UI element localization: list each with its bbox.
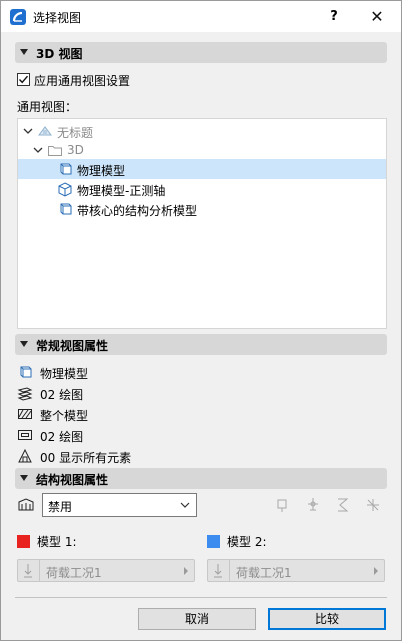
model-1-load-case-select[interactable]: 荷载工况1 (17, 559, 195, 582)
section-structural-label: 结构视图属性 (36, 473, 109, 487)
3d-view-icon (60, 203, 72, 215)
model-2-color-swatch (207, 535, 220, 548)
compare-button[interactable]: 比较 (268, 608, 386, 630)
tree-item-label: 带核心的结构分析模型 (77, 204, 198, 218)
collapse-triangle-icon (20, 341, 28, 347)
model-2-text: 模型 2: (227, 535, 267, 549)
collapse-triangle-icon (20, 49, 28, 55)
analytical-load-icon[interactable] (364, 496, 382, 514)
app-icon (10, 9, 26, 25)
analytical-support-icon[interactable] (304, 496, 322, 514)
select-view-dialog: 选择视图 ? ✕ 3D 视图 应用通用视图设置 通用视图： 无标题 3D 物理模… (0, 0, 402, 641)
project-icon (38, 126, 52, 136)
generic-views-label: 通用视图： (17, 100, 78, 114)
analytical-member-icon[interactable] (273, 496, 291, 514)
chevron-down-icon (180, 502, 190, 508)
graphic-override-icon (18, 409, 32, 419)
analytical-link-icon[interactable] (334, 496, 352, 514)
cancel-button[interactable]: 取消 (138, 608, 256, 630)
section-3d-view[interactable]: 3D 视图 (15, 42, 387, 63)
prop-label: 02 绘图 (40, 388, 84, 402)
tree-item-structural-analysis-model[interactable]: 带核心的结构分析模型 (18, 199, 386, 219)
tree-item-physical-model[interactable]: 物理模型 (18, 159, 386, 179)
section-3d-view-label: 3D 视图 (36, 47, 83, 61)
view-tree[interactable]: 无标题 3D 物理模型 物理模型-正测轴 带核心的结构分析模型 (17, 118, 387, 329)
prop-pen-set: 02 绘图 (17, 426, 387, 444)
model-2-load-case-select[interactable]: 荷载工况1 (207, 559, 385, 582)
layer-combination-icon (17, 387, 33, 401)
structural-mode-value: 禁用 (48, 500, 73, 514)
load-case-icon (18, 560, 40, 581)
model-1-load-case-value: 荷载工况1 (46, 566, 102, 580)
model-1-color-swatch (17, 535, 30, 548)
prop-label: 整个模型 (40, 409, 89, 423)
use-generic-checkbox[interactable] (17, 73, 30, 86)
help-button[interactable]: ? (324, 7, 344, 27)
title-bar: 选择视图 ? ✕ (1, 1, 401, 32)
tree-item-physical-model-axonometric[interactable]: 物理模型-正测轴 (18, 179, 386, 199)
tree-item-label: 3D (67, 143, 84, 157)
section-general-label: 常规视图属性 (36, 339, 109, 353)
pen-set-icon (18, 430, 32, 440)
prop-label: 02 绘图 (40, 430, 84, 444)
folder-icon (48, 146, 62, 156)
prop-graphic-override: 整个模型 (17, 405, 387, 423)
use-generic-label: 应用通用视图设置 (34, 74, 131, 88)
chevron-right-icon (184, 567, 188, 575)
prop-layer-combination: 02 绘图 (17, 384, 387, 402)
prop-label: 00 显示所有元素 (40, 451, 132, 465)
chevron-down-icon[interactable] (23, 126, 33, 136)
renovation-filter-icon (18, 448, 32, 463)
model-1-text: 模型 1: (37, 535, 77, 549)
prop-renovation-filter: 00 显示所有元素 (17, 447, 387, 465)
collapse-triangle-icon (20, 475, 28, 481)
load-case-icon (208, 560, 230, 581)
prop-label: 物理模型 (40, 367, 89, 381)
3d-view-icon (60, 163, 72, 175)
model-2-load-case-value: 荷载工况1 (236, 566, 292, 580)
tree-item-project[interactable]: 无标题 (18, 121, 386, 141)
model-view-icon (20, 366, 32, 378)
section-structural-view-properties[interactable]: 结构视图属性 (15, 468, 387, 489)
axonometric-view-icon (58, 182, 72, 197)
chevron-right-icon (374, 567, 378, 575)
chevron-down-icon[interactable] (33, 145, 43, 155)
section-general-view-properties[interactable]: 常规视图属性 (15, 334, 387, 355)
structural-mode-select[interactable]: 禁用 (42, 493, 197, 517)
close-button[interactable]: ✕ (365, 7, 389, 27)
window-title: 选择视图 (33, 11, 82, 25)
structural-display-icon (18, 498, 34, 511)
prop-model-view-options: 物理模型 (17, 363, 387, 381)
footer-divider (15, 597, 387, 598)
tree-item-label: 物理模型-正测轴 (77, 184, 166, 198)
tree-item-3d-folder[interactable]: 3D (18, 140, 386, 160)
tree-item-label: 物理模型 (77, 164, 126, 178)
tree-item-label: 无标题 (57, 126, 94, 140)
